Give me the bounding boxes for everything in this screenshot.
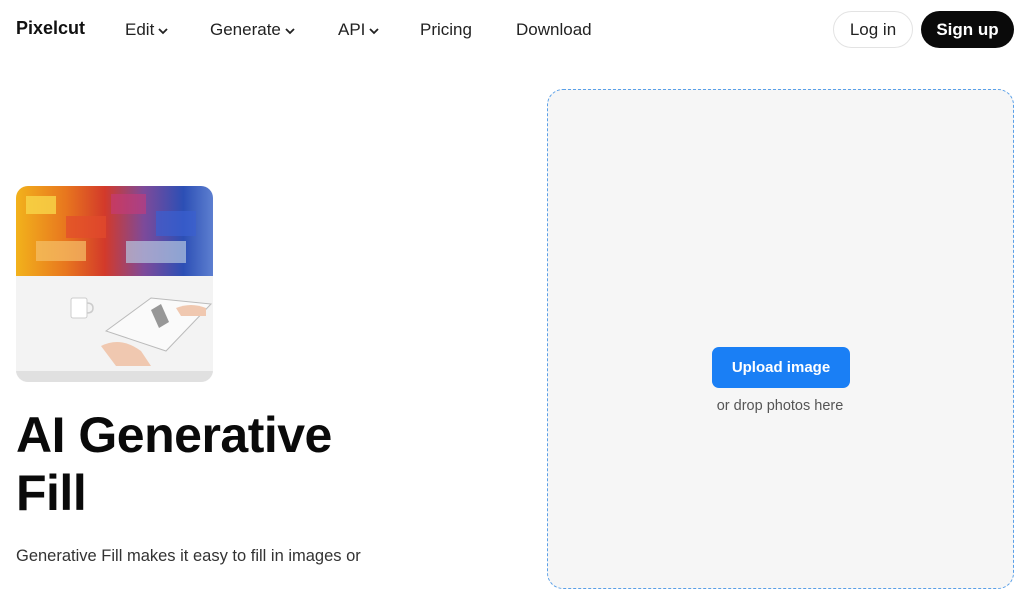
- chevron-down-icon: [285, 28, 295, 35]
- nav-api[interactable]: API: [338, 20, 380, 40]
- chevron-down-icon: [369, 28, 380, 35]
- nav-api-label: API: [338, 20, 366, 39]
- top-navbar: Pixelcut Edit Generate API Pricing Downl…: [0, 0, 1024, 60]
- drop-hint-text: or drop photos here: [716, 398, 844, 414]
- nav-download[interactable]: Download: [516, 20, 592, 40]
- hero-example-image: [16, 186, 213, 382]
- login-button[interactable]: Log in: [833, 11, 913, 48]
- nav-pricing[interactable]: Pricing: [420, 20, 472, 40]
- nav-generate[interactable]: Generate: [210, 20, 296, 40]
- hero-illustration: [16, 186, 213, 382]
- nav-edit[interactable]: Edit: [125, 20, 169, 40]
- nav-edit-label: Edit: [125, 20, 155, 39]
- upload-dropzone[interactable]: Upload image or drop photos here: [547, 89, 1014, 589]
- page-title: AI Generative Fill: [16, 406, 476, 522]
- signup-button[interactable]: Sign up: [921, 11, 1014, 48]
- nav-download-label: Download: [516, 20, 592, 39]
- title-line-1: AI Generative: [16, 407, 332, 463]
- chevron-down-icon: [158, 28, 168, 35]
- title-line-2: Fill: [16, 465, 87, 521]
- upload-image-button[interactable]: Upload image: [712, 347, 850, 388]
- nav-generate-label: Generate: [210, 20, 281, 39]
- hero-description: Generative Fill makes it easy to fill in…: [16, 547, 361, 565]
- nav-pricing-label: Pricing: [420, 20, 472, 39]
- brand-logo[interactable]: Pixelcut: [16, 18, 85, 39]
